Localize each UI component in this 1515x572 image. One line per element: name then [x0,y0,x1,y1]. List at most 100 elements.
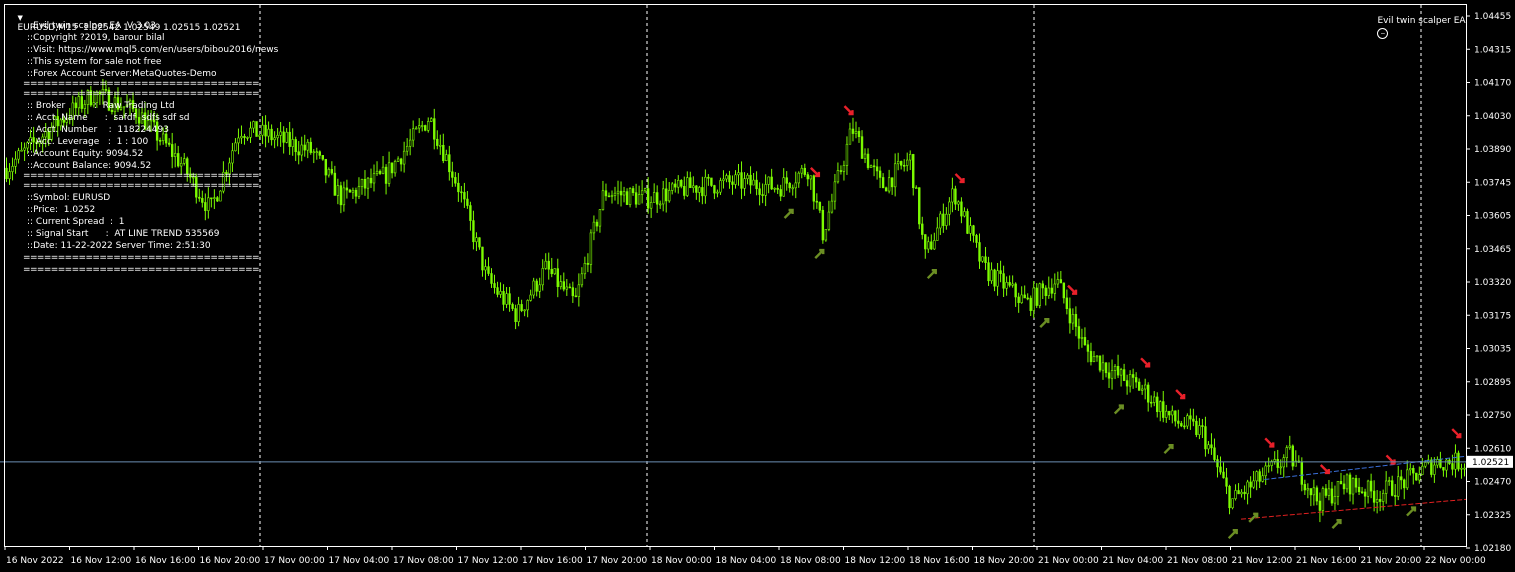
candle-body [1463,467,1466,470]
candle-body [439,144,442,147]
price-tick-label: 1.04030 [1474,112,1511,122]
candle-body [1014,283,1017,298]
candle-body [1011,283,1014,286]
candle-body [1210,444,1213,449]
candle-body [996,270,999,287]
candle-body [1306,488,1310,491]
candle-body [505,293,508,305]
candle-body [571,287,575,297]
resistance-trend-line[interactable] [1264,455,1467,481]
candle-body [749,174,752,186]
candle-body [297,151,300,156]
candle-body [1107,372,1111,379]
candle-body [478,237,481,248]
candle-body [809,175,813,180]
candle-body [312,151,315,154]
candle-body [927,241,930,250]
time-tick-label: 17 Nov 04:00 [329,556,390,566]
candle-body [499,291,502,295]
candle-body [167,142,171,145]
time-tick-label: 22 Nov 00:00 [1425,556,1486,566]
time-tick-label: 18 Nov 16:00 [909,556,970,566]
candle-body [1065,297,1069,309]
candle-body [954,188,957,205]
candle-body [734,174,737,185]
candle-body [800,167,803,174]
time-tick-label: 16 Nov 20:00 [200,556,261,566]
candle-body [857,131,861,137]
candle-body [279,131,282,136]
candles [5,78,1466,523]
candle-body [1381,493,1385,502]
candle-body [445,154,448,162]
candle-body [887,177,891,192]
candle-body [601,190,605,210]
candle-body [204,202,207,211]
price-tick-label: 1.03035 [1474,345,1511,355]
candle-body [418,125,421,129]
candle-body [261,124,264,136]
candle-body [1249,481,1252,488]
candle-body [616,190,620,194]
candle-body [1451,463,1454,470]
candle-body [969,225,972,234]
price-tick-label: 1.03320 [1474,278,1511,288]
candle-body [369,177,373,184]
candle-body [662,188,665,205]
candle-body [963,211,966,217]
candle-body [372,173,376,184]
candle-body [1038,283,1041,306]
candle-body [1336,481,1340,497]
time-tick-label: 17 Nov 12:00 [458,556,519,566]
candle-body [170,144,174,157]
candle-body [454,177,457,184]
candle-body [909,154,912,161]
candle-body [1050,287,1053,294]
info-line: ::Visit: https://www.mql5.com/en/users/b… [27,45,279,55]
candle-body [695,185,698,193]
info-line: ::This system for sale not free [27,57,162,67]
candle-body [427,121,430,131]
ea-label[interactable]: Evil twin scalper EA ⌢ [1366,6,1466,49]
buy-arrow-icon [1331,518,1342,529]
candle-body [713,185,716,194]
sell-arrow-icon [1451,428,1462,439]
candle-body [493,283,496,288]
candle-body [282,131,285,143]
candle-body [568,286,572,289]
candle-body [1092,356,1096,363]
candle-body [14,158,17,167]
sell-arrow-icon [954,173,965,184]
candle-body [1243,491,1246,495]
candle-body [207,197,210,211]
candle-body [948,201,951,215]
candle-body [981,256,984,262]
chart-window[interactable]: 1.04455 1.04315 1.04170 1.04030 1.03890 1.037… [0,0,1515,572]
candle-body [309,141,312,153]
candle-body [1267,465,1270,467]
candle-body [472,220,475,243]
candle-body [1339,481,1343,485]
candle-body [246,137,249,139]
candle-body [902,164,906,167]
candle-body [1026,297,1029,300]
candle-body [1285,447,1288,459]
time-tick-label: 17 Nov 20:00 [587,556,648,566]
candle-body [1415,472,1418,481]
collapse-triangle-icon[interactable]: ▼ [17,14,22,22]
candle-body [463,192,466,200]
candle-body [1351,478,1355,495]
candle-body [794,182,797,189]
candle-body [610,195,614,197]
candle-body [556,268,559,288]
candle-body [683,186,686,196]
candle-body [363,179,367,189]
candle-body [743,178,746,189]
candle-body [707,176,710,179]
candle-body [544,260,547,269]
candle-body [1008,282,1011,286]
candle-body [1442,467,1445,471]
candle-body [945,213,948,226]
candle-body [1198,425,1201,435]
candle-body [586,262,590,265]
